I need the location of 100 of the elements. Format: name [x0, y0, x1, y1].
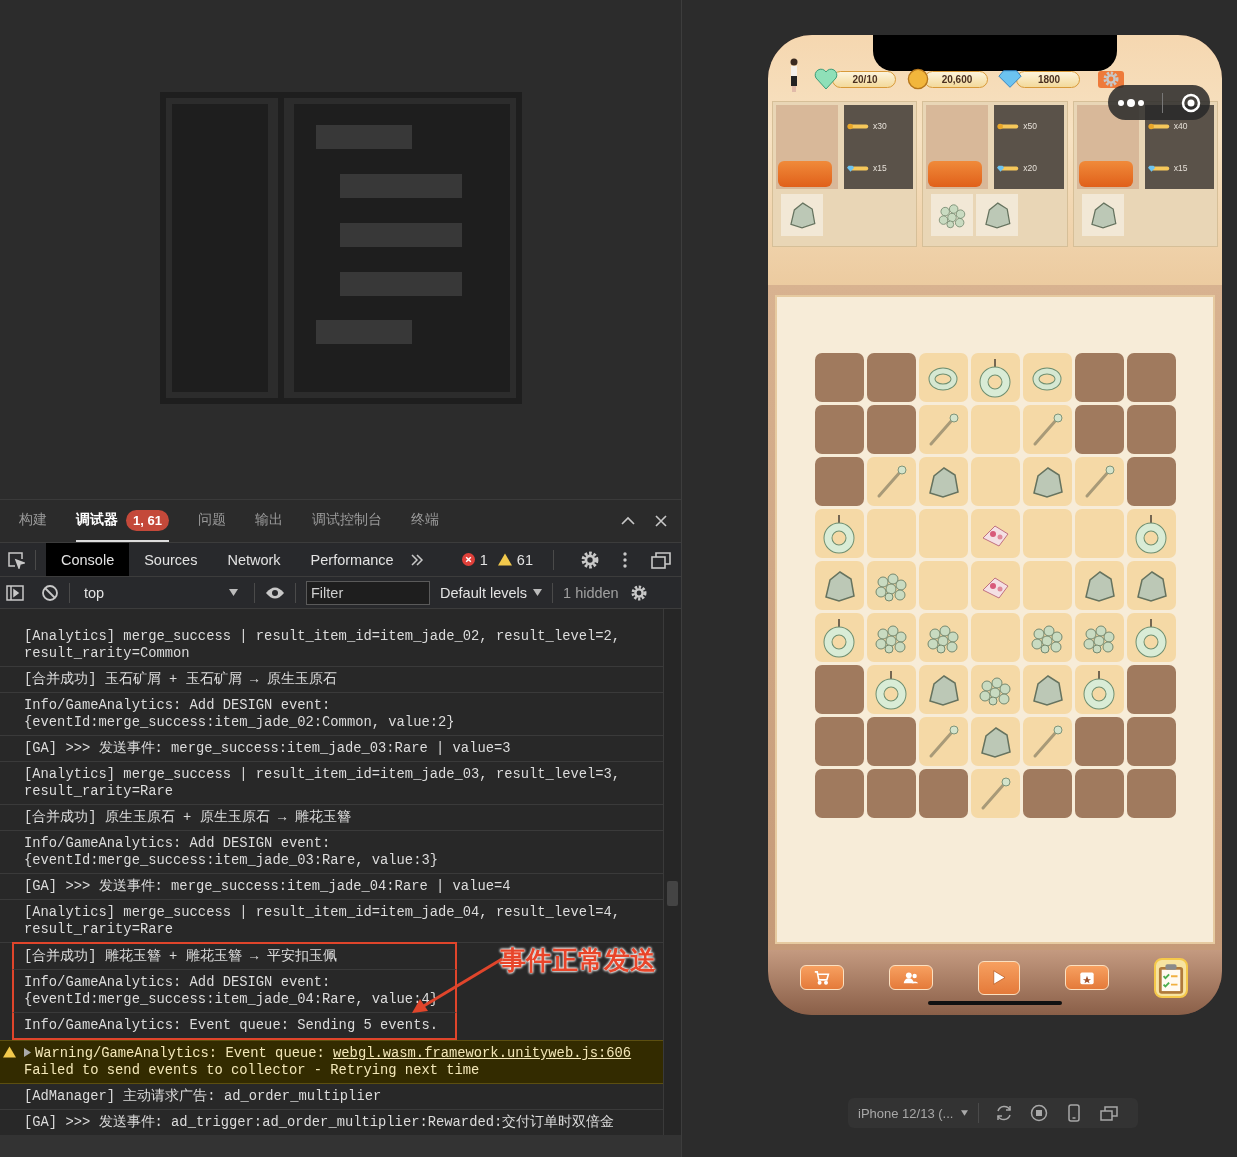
- expand-triangle-icon[interactable]: [24, 1048, 31, 1057]
- context-select[interactable]: top: [84, 584, 244, 601]
- board-tile[interactable]: [1022, 717, 1072, 766]
- devtools-tab[interactable]: Performance: [295, 543, 409, 576]
- board-tile[interactable]: [1126, 561, 1176, 610]
- board-tile[interactable]: [1022, 561, 1072, 610]
- board-tile[interactable]: [970, 717, 1020, 766]
- board-tile[interactable]: [918, 561, 968, 610]
- locked-tile: [866, 717, 916, 766]
- shop-button[interactable]: [800, 965, 844, 990]
- board-tile[interactable]: [1074, 457, 1124, 506]
- board-tile[interactable]: [1022, 405, 1072, 454]
- gem-tag-icon: [997, 164, 1020, 172]
- board-tile[interactable]: [1022, 509, 1072, 558]
- source-link[interactable]: webgl.wasm.framework.unityweb.js:606: [333, 1046, 632, 1061]
- board-tile[interactable]: [1074, 613, 1124, 662]
- more-button[interactable]: [1116, 97, 1145, 108]
- panel-tab[interactable]: 问题: [197, 500, 226, 542]
- board-tile[interactable]: [814, 561, 864, 610]
- board-tile[interactable]: [866, 509, 916, 558]
- board-tile[interactable]: [918, 509, 968, 558]
- board-tile[interactable]: [1126, 613, 1176, 662]
- locked-tile: [1126, 717, 1176, 766]
- panel-tab[interactable]: 输出: [254, 500, 283, 542]
- board-tile[interactable]: [1022, 457, 1072, 506]
- annotation-label: 事件正常发送: [500, 944, 656, 977]
- coin-tag-icon: [847, 122, 869, 130]
- board-tile[interactable]: [918, 613, 968, 662]
- locked-tile: [866, 353, 916, 402]
- board-tile[interactable]: [1126, 509, 1176, 558]
- caret-icon: [229, 589, 238, 596]
- clear-icon[interactable]: [41, 583, 59, 602]
- levels-dropdown[interactable]: Default levels: [440, 584, 543, 601]
- board-tile[interactable]: [970, 509, 1020, 558]
- inspect-icon[interactable]: [7, 550, 25, 569]
- board-tile[interactable]: [970, 353, 1020, 402]
- more-tabs-icon[interactable]: [408, 551, 425, 568]
- board-tile[interactable]: [970, 457, 1020, 506]
- reward-amount: x15: [873, 163, 887, 173]
- devtools-tab[interactable]: Sources: [129, 543, 213, 576]
- console-message: [合并成功] 玉石矿屑 + 玉石矿屑 → 原生玉原石: [0, 667, 663, 693]
- board-tile[interactable]: [970, 769, 1020, 818]
- coin-tag-icon: [1147, 122, 1170, 130]
- deliver-button[interactable]: [1078, 161, 1133, 187]
- settings-icon[interactable]: [630, 584, 647, 601]
- board-tile[interactable]: [866, 613, 916, 662]
- locked-tile: [866, 769, 916, 818]
- board-tile[interactable]: [970, 405, 1020, 454]
- panel-tab[interactable]: 构建: [19, 500, 47, 542]
- reward-amount: x20: [1023, 163, 1038, 173]
- board-tile[interactable]: [1022, 665, 1072, 714]
- locked-tile: [814, 405, 864, 454]
- board-tile[interactable]: [1074, 509, 1124, 558]
- board-tile[interactable]: [918, 665, 968, 714]
- board-tile[interactable]: [970, 561, 1020, 610]
- board-tile[interactable]: [918, 353, 968, 402]
- board-tile[interactable]: [918, 457, 968, 506]
- settings-icon[interactable]: [581, 550, 599, 569]
- stop-icon[interactable]: [1030, 1104, 1049, 1122]
- calendar-button[interactable]: [1065, 965, 1109, 990]
- devtools-tab[interactable]: Console: [46, 543, 130, 576]
- board-tile[interactable]: [1022, 613, 1072, 662]
- friends-button[interactable]: [889, 965, 933, 990]
- document-layout-icon: [159, 91, 522, 404]
- board-tile[interactable]: [866, 561, 916, 610]
- locked-tile: [1074, 353, 1124, 402]
- settings-button[interactable]: [1098, 70, 1124, 88]
- console-warning: Warning/GameAnalytics: Event queue: webgl.wasm.framework.unityweb.js:606 Failed to send events to collector - Retrying next time: [0, 1040, 663, 1084]
- board-tile[interactable]: [970, 665, 1020, 714]
- board-tile[interactable]: [866, 665, 916, 714]
- board-tile[interactable]: [814, 613, 864, 662]
- rotate-icon[interactable]: [995, 1104, 1014, 1122]
- caret-icon: [961, 1110, 969, 1116]
- locked-tile: [1022, 769, 1072, 818]
- sidebar-icon[interactable]: [6, 584, 24, 601]
- board-tile[interactable]: [866, 457, 916, 506]
- deliver-button[interactable]: [928, 161, 983, 187]
- people-icon: [903, 970, 919, 985]
- board-tile[interactable]: [814, 509, 864, 558]
- locked-tile: [1074, 717, 1124, 766]
- board-tile[interactable]: [1022, 353, 1072, 402]
- close-icon[interactable]: [653, 513, 669, 529]
- board-tile[interactable]: [970, 613, 1020, 662]
- scrollbar[interactable]: [663, 609, 681, 1135]
- hidden-count: 1 hidden: [563, 584, 619, 601]
- cart-icon: [814, 970, 830, 985]
- windows-icon[interactable]: [651, 550, 671, 569]
- board-tile[interactable]: [1074, 665, 1124, 714]
- board-tile[interactable]: [918, 717, 968, 766]
- tasks-button[interactable]: [1154, 957, 1188, 998]
- filter-field[interactable]: Filter: [306, 580, 430, 605]
- panel-tab[interactable]: 终端: [410, 500, 439, 542]
- devtools-tab[interactable]: Network: [212, 543, 296, 576]
- board-tile[interactable]: [1074, 561, 1124, 610]
- panel-tab[interactable]: 调试控制台: [311, 500, 382, 542]
- windows-icon[interactable]: [1100, 1104, 1119, 1122]
- play-button[interactable]: [978, 960, 1020, 995]
- board-tile[interactable]: [918, 405, 968, 454]
- device-dropdown[interactable]: iPhone 12/13 (...: [858, 1105, 969, 1121]
- deliver-button[interactable]: [778, 161, 832, 187]
